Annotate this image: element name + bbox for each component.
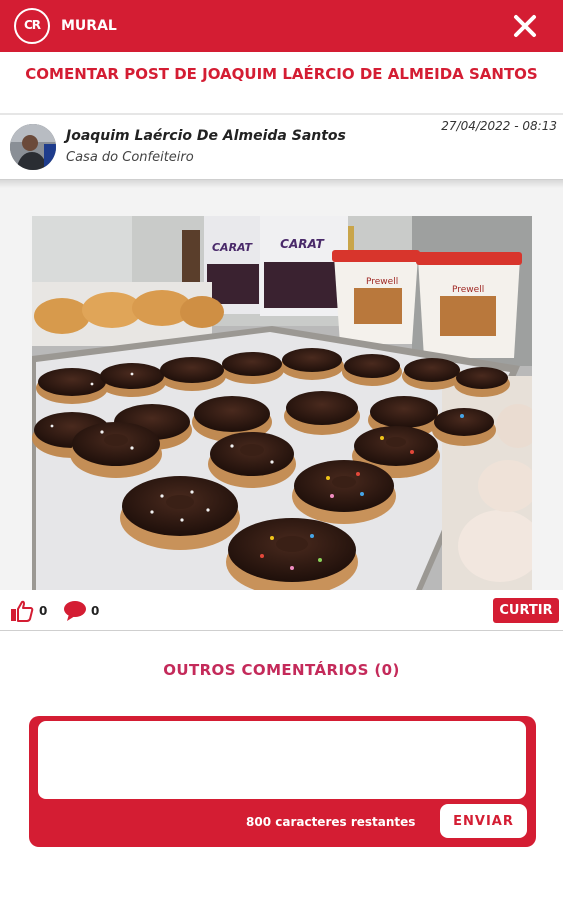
logo-text: CR	[23, 18, 41, 32]
thumbs-up-icon[interactable]	[10, 600, 34, 622]
comment-count: 0	[91, 604, 100, 618]
post-date: 27/04/2022 - 08:13	[441, 119, 557, 133]
like-button[interactable]: CURTIR	[493, 598, 559, 623]
characters-remaining: 800 caracteres restantes	[246, 815, 416, 829]
speech-bubble-icon	[63, 600, 87, 622]
author-place: Casa do Confeiteiro	[66, 150, 194, 165]
post-photo[interactable]: CARAT CARAT Prewell Prewell	[32, 216, 532, 590]
other-comments-heading: OUTROS COMENTÁRIOS (0)	[163, 661, 400, 679]
top-app-bar: CR MURAL	[0, 0, 563, 52]
app-title: MURAL	[61, 18, 117, 34]
app-logo: CR	[14, 8, 50, 44]
send-button[interactable]: ENVIAR	[440, 804, 527, 838]
bag-brand-text: CARAT	[280, 237, 324, 251]
avatar	[10, 124, 56, 170]
bucket-brand-text: Prewell	[366, 277, 398, 287]
like-count: 0	[39, 604, 48, 618]
bag-brand-text: CARAT	[212, 241, 254, 254]
comment-form: 800 caracteres restantes ENVIAR	[29, 716, 536, 847]
divider	[0, 630, 563, 631]
page-title: COMENTAR POST DE JOAQUIM LAÉRCIO DE ALME…	[25, 65, 538, 83]
close-icon[interactable]	[509, 10, 541, 42]
comment-input[interactable]	[38, 721, 526, 799]
author-name: Joaquim Laércio De Almeida Santos	[66, 128, 346, 144]
bucket-brand-text: Prewell	[452, 285, 484, 295]
divider-shadow	[0, 180, 563, 188]
divider	[0, 113, 563, 115]
